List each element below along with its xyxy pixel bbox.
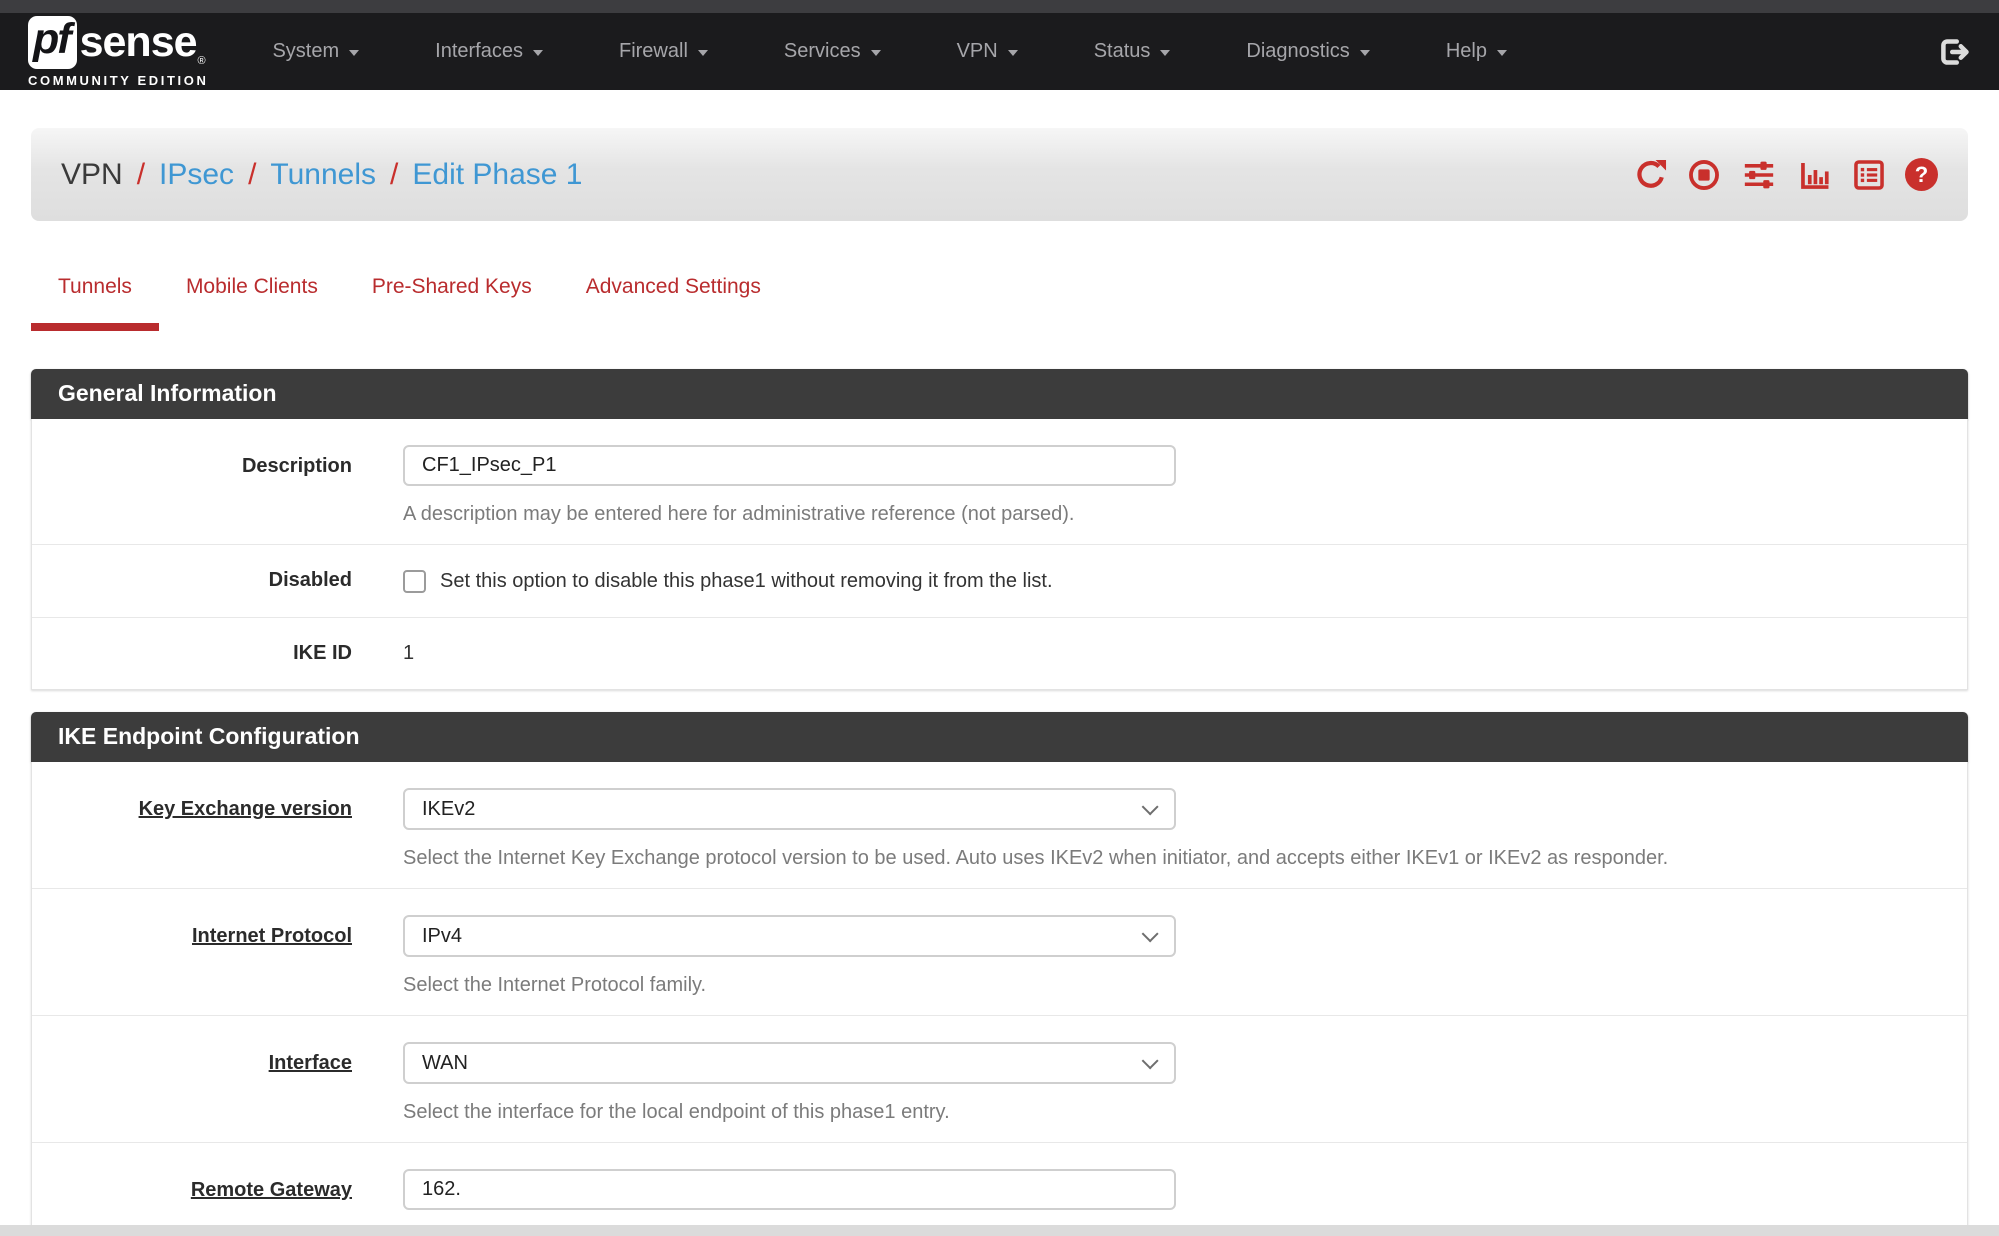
disabled-checkbox[interactable]: [403, 570, 426, 593]
nav-item-label: Services: [784, 40, 861, 63]
caret-down-icon: [349, 50, 359, 56]
navbar-menu: System Interfaces Firewall Services VPN …: [272, 40, 1506, 63]
nav-item-label: Status: [1094, 40, 1151, 63]
ike-endpoint-body: Key Exchange version IKEv2 Select the In…: [31, 762, 1968, 1236]
key-exchange-version-label: Key Exchange version: [32, 788, 352, 870]
nav-item-label: VPN: [957, 40, 998, 63]
nav-item-label: Firewall: [619, 40, 688, 63]
internet-protocol-label: Internet Protocol: [32, 915, 352, 997]
sign-out-icon[interactable]: [1935, 34, 1971, 70]
bar-chart-icon[interactable]: [1797, 158, 1833, 192]
general-information-body: Description A description may be entered…: [31, 419, 1968, 690]
breadcrumb-root: VPN: [61, 158, 123, 192]
disabled-row: Disabled Set this option to disable this…: [32, 545, 1967, 618]
sliders-icon[interactable]: [1740, 158, 1778, 192]
nav-item-label: System: [272, 40, 339, 63]
caret-down-icon: [1160, 50, 1170, 56]
caret-down-icon: [1008, 50, 1018, 56]
tab-pre-shared-keys[interactable]: Pre-Shared Keys: [345, 271, 559, 331]
section-header-ike-endpoint: IKE Endpoint Configuration: [31, 712, 1968, 762]
interface-label: Interface: [32, 1042, 352, 1124]
breadcrumb-link-ipsec[interactable]: IPsec: [159, 158, 234, 192]
nav-item-label: Diagnostics: [1246, 40, 1349, 63]
log-list-icon[interactable]: [1852, 158, 1886, 192]
community-edition-label: COMMUNITY EDITION: [28, 73, 208, 88]
top-navbar: pf sense ® COMMUNITY EDITION System Inte…: [0, 13, 1999, 90]
nav-item-firewall[interactable]: Firewall: [619, 40, 708, 63]
refresh-icon[interactable]: [1634, 158, 1668, 192]
breadcrumb-separator: /: [248, 158, 256, 192]
nav-item-system[interactable]: System: [272, 40, 359, 63]
breadcrumb-link-tunnels[interactable]: Tunnels: [270, 158, 376, 192]
help-icon[interactable]: ?: [1905, 158, 1938, 191]
description-input[interactable]: [403, 445, 1176, 486]
tab-advanced-settings[interactable]: Advanced Settings: [559, 271, 788, 331]
internet-protocol-help: Select the Internet Protocol family.: [403, 974, 1937, 997]
tab-mobile-clients[interactable]: Mobile Clients: [159, 271, 345, 331]
pfsense-logo-sense: sense: [80, 21, 197, 64]
key-exchange-version-help: Select the Internet Key Exchange protoco…: [403, 847, 1937, 870]
caret-down-icon: [698, 50, 708, 56]
disabled-checkbox-label: Set this option to disable this phase1 w…: [440, 570, 1053, 593]
interface-help: Select the interface for the local endpo…: [403, 1101, 1937, 1124]
interface-value: WAN: [422, 1052, 468, 1075]
nav-item-vpn[interactable]: VPN: [957, 40, 1018, 63]
internet-protocol-row: Internet Protocol IPv4 Select the Intern…: [32, 889, 1967, 1016]
chevron-down-icon: [1142, 798, 1159, 815]
caret-down-icon: [871, 50, 881, 56]
description-row: Description A description may be entered…: [32, 419, 1967, 545]
stop-circle-icon[interactable]: [1687, 158, 1721, 192]
section-header-general-information: General Information: [31, 369, 1968, 419]
general-information-panel: General Information Description A descri…: [31, 369, 1968, 690]
remote-gateway-row: Remote Gateway Enter the public IP addre…: [32, 1143, 1967, 1236]
help-icon-glyph: ?: [1915, 162, 1928, 188]
internet-protocol-value: IPv4: [422, 925, 462, 948]
breadcrumb-bar: VPN / IPsec / Tunnels / Edit Phase 1: [31, 128, 1968, 221]
caret-down-icon: [1497, 50, 1507, 56]
key-exchange-version-select[interactable]: IKEv2: [403, 788, 1176, 830]
key-exchange-version-row: Key Exchange version IKEv2 Select the In…: [32, 762, 1967, 889]
ike-endpoint-panel: IKE Endpoint Configuration Key Exchange …: [31, 712, 1968, 1236]
breadcrumb-separator: /: [137, 158, 145, 192]
ike-id-row: IKE ID 1: [32, 618, 1967, 689]
window-top-strip: [0, 0, 1999, 13]
registered-mark: ®: [198, 55, 206, 67]
key-exchange-version-value: IKEv2: [422, 798, 475, 821]
breadcrumb-separator: /: [390, 158, 398, 192]
tab-tunnels[interactable]: Tunnels: [31, 271, 159, 331]
caret-down-icon: [533, 50, 543, 56]
nav-item-interfaces[interactable]: Interfaces: [435, 40, 543, 63]
nav-item-label: Interfaces: [435, 40, 523, 63]
pfsense-logo[interactable]: pf sense ® COMMUNITY EDITION: [28, 16, 208, 88]
nav-item-status[interactable]: Status: [1094, 40, 1171, 63]
bottom-edge-strip: [0, 1225, 1999, 1236]
ike-id-value: 1: [403, 642, 414, 664]
interface-select[interactable]: WAN: [403, 1042, 1176, 1084]
remote-gateway-input[interactable]: [403, 1169, 1176, 1210]
nav-item-services[interactable]: Services: [784, 40, 881, 63]
breadcrumb-link-edit-phase-1[interactable]: Edit Phase 1: [412, 158, 582, 192]
chevron-down-icon: [1142, 1052, 1159, 1069]
interface-row: Interface WAN Select the interface for t…: [32, 1016, 1967, 1143]
tab-bar: Tunnels Mobile Clients Pre-Shared Keys A…: [31, 271, 1968, 331]
nav-item-help[interactable]: Help: [1446, 40, 1507, 63]
disabled-label: Disabled: [32, 569, 352, 593]
ike-id-label: IKE ID: [32, 642, 352, 665]
nav-item-diagnostics[interactable]: Diagnostics: [1246, 40, 1369, 63]
page-action-icons: ?: [1634, 158, 1938, 192]
pfsense-logo-pf: pf: [28, 16, 77, 69]
description-help: A description may be entered here for ad…: [403, 503, 1937, 526]
description-label: Description: [32, 445, 352, 526]
breadcrumb: VPN / IPsec / Tunnels / Edit Phase 1: [61, 158, 583, 192]
caret-down-icon: [1360, 50, 1370, 56]
chevron-down-icon: [1142, 925, 1159, 942]
nav-item-label: Help: [1446, 40, 1487, 63]
internet-protocol-select[interactable]: IPv4: [403, 915, 1176, 957]
